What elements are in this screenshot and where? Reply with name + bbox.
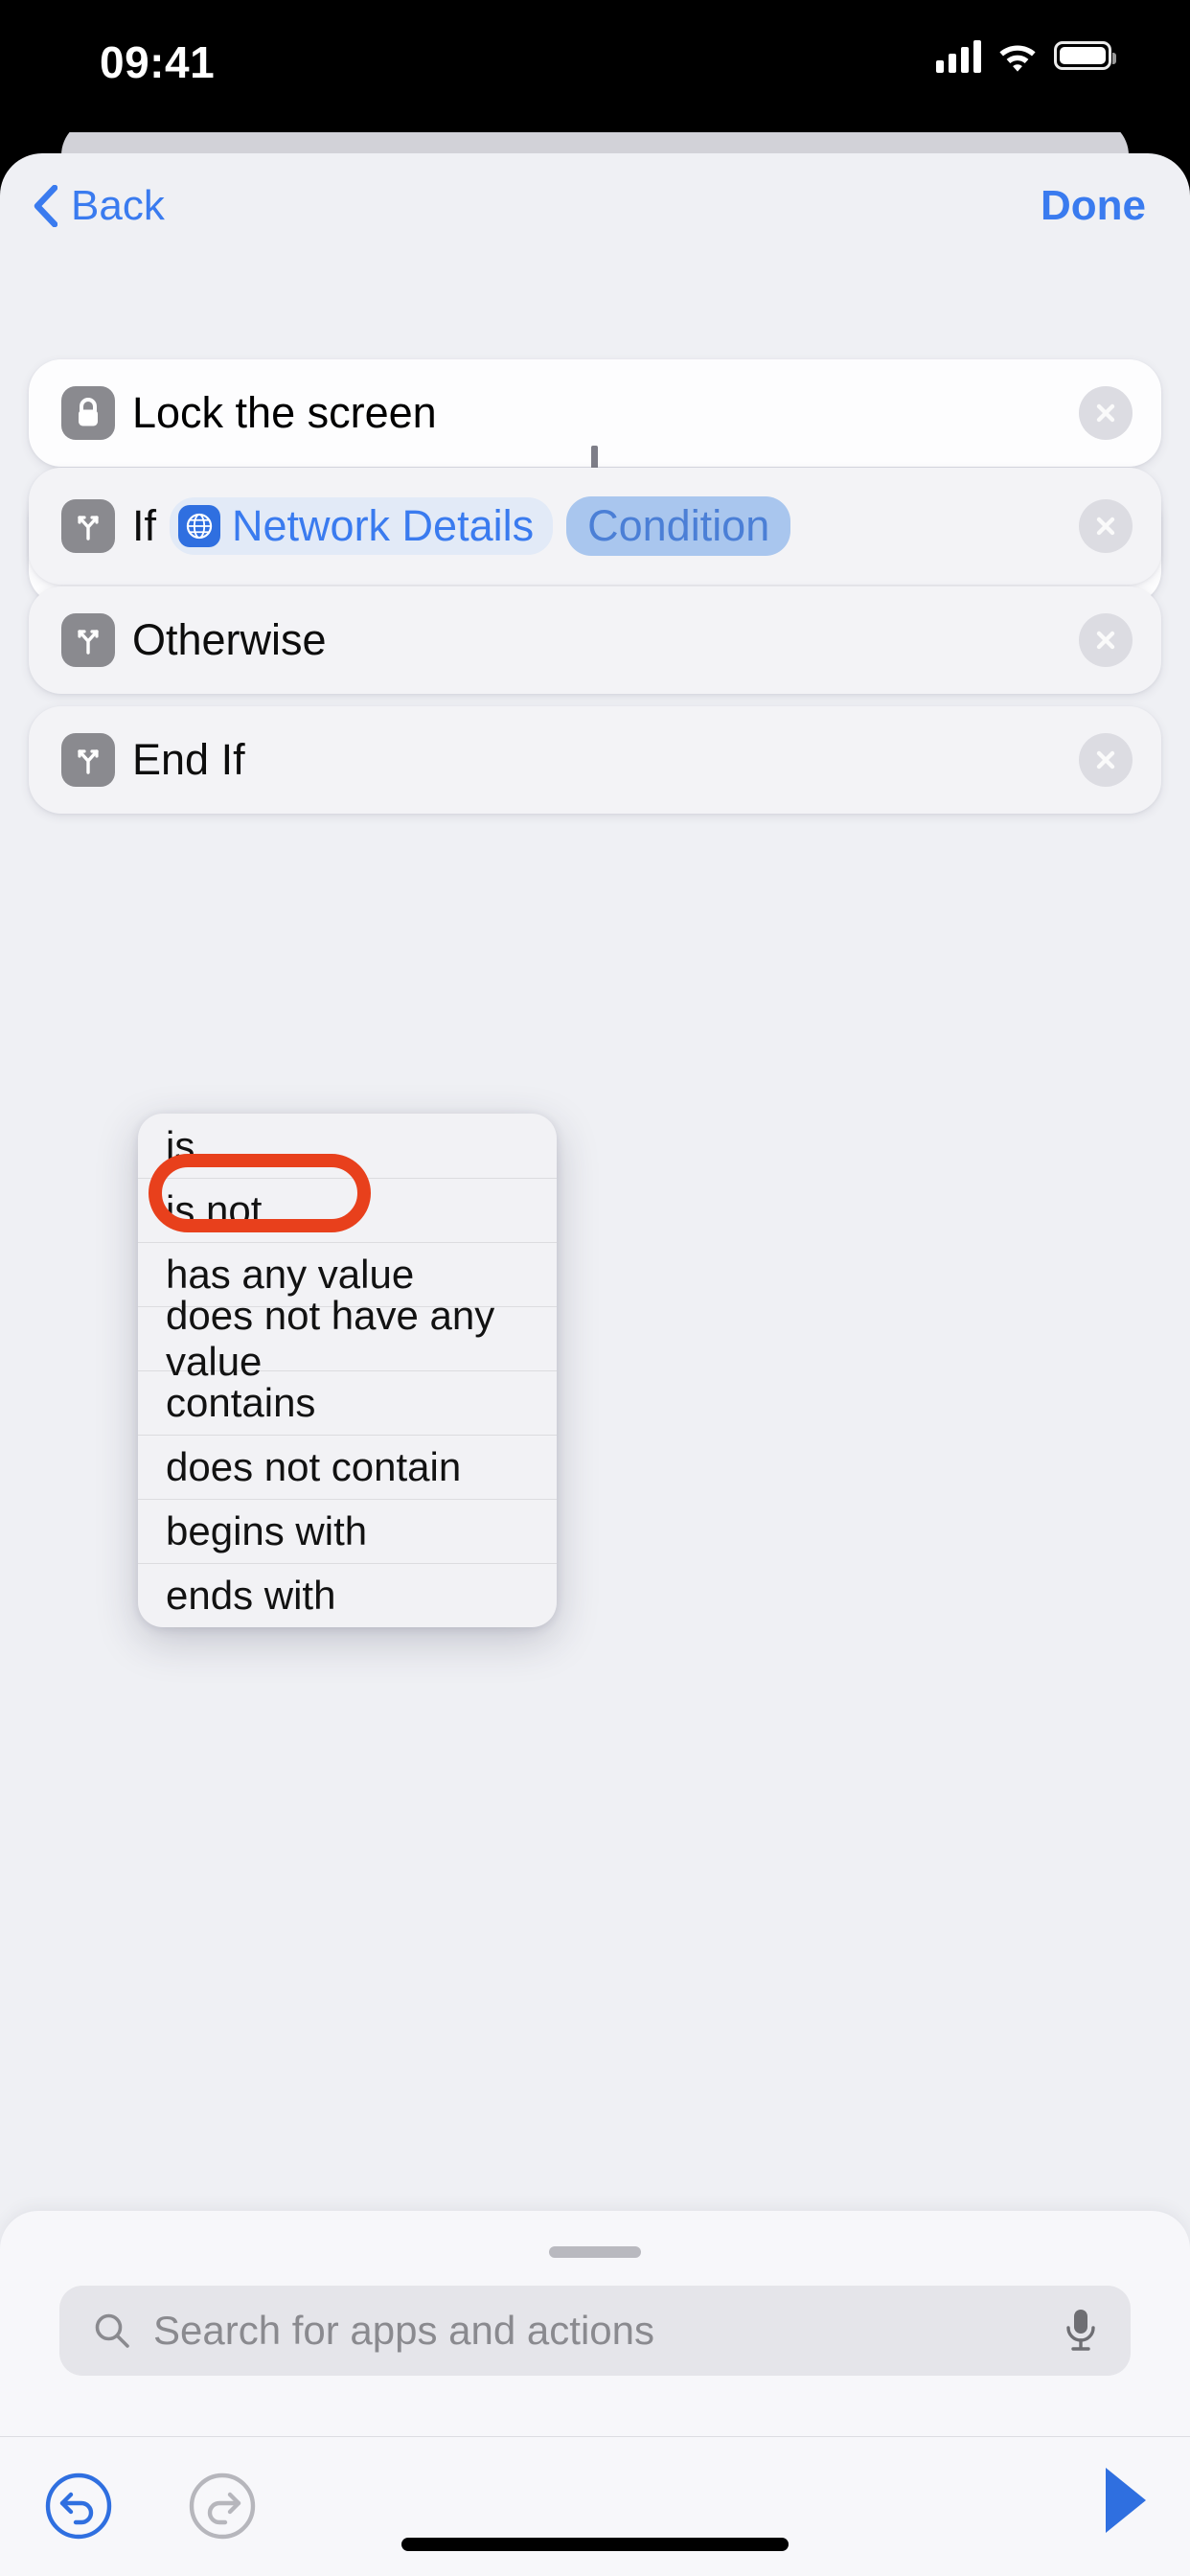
search-input-placeholder: Search for apps and actions [153,2308,654,2353]
close-circle-icon[interactable] [1079,613,1133,667]
globe-icon [178,505,221,547]
chevron-left-icon [34,185,57,227]
branch-icon [61,613,115,667]
branch-icon [61,499,115,553]
undo-icon[interactable] [31,2458,126,2554]
menu-item-is[interactable]: is [138,1114,557,1178]
action-label-otherwise: Otherwise [132,615,327,664]
action-card-if-condition[interactable]: If Network Details Condition [29,468,1161,585]
back-button-label: Back [71,182,165,229]
wifi-icon [999,45,1036,72]
action-card-content: Otherwise [132,586,1062,694]
menu-item-ends-with[interactable]: ends with [138,1563,557,1627]
action-label-if: If [132,501,157,550]
back-button[interactable]: Back [33,182,165,230]
menu-item-does-not-contain[interactable]: does not contain [138,1435,557,1499]
action-label: Lock the screen [132,388,437,437]
shortcut-editor-sheet: Back Done Lock the screen If Network Det… [0,153,1190,2576]
iphone-screen: 09:41 Back Done Lock the screen If Netwo… [0,0,1190,2576]
close-circle-icon[interactable] [1079,733,1133,787]
branch-icon [61,733,115,787]
done-button[interactable]: Done [1041,182,1146,230]
action-card-content: End If [132,706,1062,814]
redo-icon[interactable] [174,2458,270,2554]
status-bar-time: 09:41 [100,37,216,87]
action-card-content: If Network Details Condition [132,468,1062,585]
menu-item-is-not[interactable]: is not [138,1178,557,1242]
condition-dropdown-menu: is is not has any value does not have an… [138,1114,557,1627]
action-label-end-if: End If [132,735,245,784]
home-indicator [401,2538,789,2551]
lock-icon [61,386,115,440]
play-icon[interactable] [1094,2460,1156,2541]
variable-token-label: Network Details [232,501,535,550]
status-bar: 09:41 [0,0,1190,132]
microphone-icon[interactable] [1064,2306,1098,2356]
search-icon [95,2313,129,2348]
battery-full-icon [1054,41,1116,70]
search-input[interactable]: Search for apps and actions [59,2286,1131,2376]
menu-item-begins-with[interactable]: begins with [138,1499,557,1563]
cellular-signal-icon [936,38,981,73]
bottom-action-panel: Search for apps and actions [0,2211,1190,2576]
menu-item-does-not-have-any-value[interactable]: does not have any value [138,1293,557,1384]
sheet-grabber-handle[interactable] [549,2246,641,2258]
action-card-otherwise[interactable]: Otherwise [29,586,1161,694]
close-circle-icon[interactable] [1079,499,1133,553]
variable-token-network-details[interactable]: Network Details [170,497,554,555]
status-bar-indicators [936,38,1116,73]
close-circle-icon[interactable] [1079,386,1133,440]
parameter-token-condition[interactable]: Condition [566,496,791,556]
editor-toolbar [0,2437,1190,2576]
action-card-end-if[interactable]: End If [29,706,1161,814]
navigation-bar: Back Done [0,153,1190,278]
